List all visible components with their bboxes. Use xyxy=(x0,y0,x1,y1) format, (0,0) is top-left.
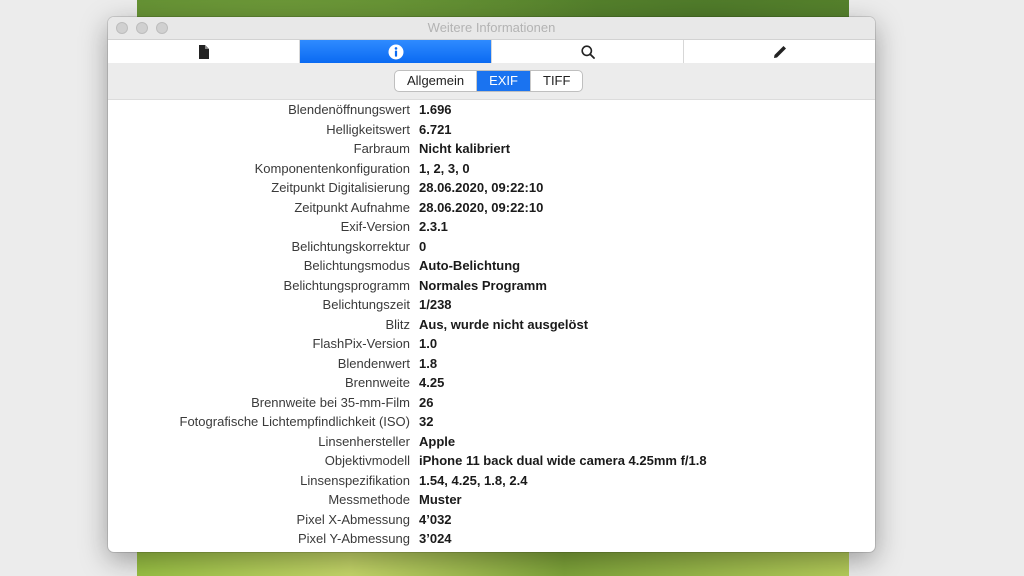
exif-value: 4.25 xyxy=(419,375,445,390)
segment-exif[interactable]: EXIF xyxy=(477,71,531,91)
exif-value: 0 xyxy=(419,238,427,254)
window-title: Weitere Informationen xyxy=(427,20,556,35)
exif-label: Farbraum xyxy=(353,141,410,156)
minimize-window-button[interactable] xyxy=(136,22,148,34)
exif-label: Brennweite bei 35-mm-Film xyxy=(251,394,410,410)
exif-value: 1, 2, 3, 0 xyxy=(419,160,470,176)
exif-row: Messmethode Muster xyxy=(108,490,875,509)
exif-row: Linsenspezifikation 1.54, 4.25, 1.8, 2.4 xyxy=(108,471,875,490)
segment-tiff[interactable]: TIFF xyxy=(531,71,582,91)
exif-row: Farbraum Nicht kalibriert xyxy=(108,139,875,158)
tab-info[interactable] xyxy=(300,40,492,63)
zoom-window-button[interactable] xyxy=(156,22,168,34)
close-window-button[interactable] xyxy=(116,22,128,34)
exif-label: Linsenspezifikation xyxy=(300,472,410,488)
exif-label: Belichtungszeit xyxy=(322,297,410,312)
metadata-segmented-control: Allgemein EXIF TIFF xyxy=(394,70,584,92)
exif-row: Brennweite 4.25 xyxy=(108,373,875,392)
exif-value: Aus, wurde nicht ausgelöst xyxy=(419,316,589,332)
exif-row: Objektivmodell iPhone 11 back dual wide c… xyxy=(108,451,875,470)
exif-row: Helligkeitswert 6.721 xyxy=(108,120,875,139)
info-icon xyxy=(388,44,403,59)
exif-row: Zeitpunkt Aufnahme 28.06.2020, 09:22:10 xyxy=(108,198,875,217)
exif-label: Brennweite xyxy=(344,375,410,390)
exif-value: Nicht kalibriert xyxy=(419,141,511,156)
exif-row: Blendenöffnungswert 1.696 xyxy=(108,100,875,119)
exif-value: 28.06.2020, 09:22:10 xyxy=(419,180,544,195)
exif-label: Belichtungskorrektur xyxy=(291,238,411,254)
exif-label: Exif-Version xyxy=(340,219,410,234)
exif-value: 1.8 xyxy=(419,355,438,371)
exif-row: Pixel Y-Abmessung 3’024 xyxy=(108,529,875,548)
exif-label: Blendenwert xyxy=(337,355,410,371)
exif-row: Blendenwert 1.8 xyxy=(108,354,875,373)
exif-label: Pixel Y-Abmessung xyxy=(297,531,410,546)
exif-row: Belichtungsmodus Auto-Belichtung xyxy=(108,256,875,275)
exif-list[interactable]: Blendenöffnungswert 1.696 Helligkeitswert… xyxy=(108,100,875,552)
background-photo-grass xyxy=(137,548,849,576)
exif-label: Messmethode xyxy=(328,492,410,507)
exif-label: Belichtungsprogramm xyxy=(283,277,410,293)
exif-label: Komponentenkonfiguration xyxy=(254,160,410,176)
exif-value: Auto-Belichtung xyxy=(419,258,521,273)
exif-row: Komponentenkonfiguration 1, 2, 3, 0 xyxy=(108,159,875,178)
exif-label: Fotografische Lichtempfindlichkeit (ISO) xyxy=(179,414,410,429)
exif-label: FlashPix-Version xyxy=(312,336,410,351)
exif-row: Fotografische Lichtempfindlichkeit (ISO)… xyxy=(108,412,875,431)
exif-label: Helligkeitswert xyxy=(326,121,410,137)
exif-label: Blitz xyxy=(385,316,410,332)
exif-label: Objektivmodell xyxy=(324,453,410,468)
inspector-toolbar xyxy=(108,39,875,64)
exif-label: Linsenhersteller xyxy=(318,433,410,449)
exif-value: 26 xyxy=(419,394,434,410)
exif-label: Zeitpunkt Aufnahme xyxy=(294,199,410,215)
pencil-icon xyxy=(773,45,786,58)
exif-row: Zeitpunkt Digitalisierung 28.06.2020, 09:… xyxy=(108,178,875,197)
exif-value: 1.54, 4.25, 1.8, 2.4 xyxy=(419,472,528,488)
exif-row: Linsenhersteller Apple xyxy=(108,432,875,451)
exif-value: 3’024 xyxy=(419,531,452,546)
exif-label: Zeitpunkt Digitalisierung xyxy=(271,180,410,195)
tab-search[interactable] xyxy=(492,40,684,63)
exif-row: Brennweite bei 35-mm-Film 26 xyxy=(108,393,875,412)
window-titlebar[interactable]: Weitere Informationen xyxy=(108,17,875,39)
tab-edit[interactable] xyxy=(684,40,875,63)
exif-value: 32 xyxy=(419,414,434,429)
exif-value: Normales Programm xyxy=(419,277,547,293)
exif-row: Belichtungskorrektur 0 xyxy=(108,237,875,256)
exif-value: 1.696 xyxy=(419,102,452,117)
exif-row: Belichtungsprogramm Normales Programm xyxy=(108,276,875,295)
tab-general-document[interactable] xyxy=(108,40,300,63)
exif-value: 4’032 xyxy=(419,511,452,527)
search-icon xyxy=(580,44,595,59)
exif-value: 1/238 xyxy=(419,297,452,312)
info-window: Weitere Informationen Allgemein EXIF TIF… xyxy=(108,17,875,552)
exif-row: Belichtungszeit 1/238 xyxy=(108,295,875,314)
exif-row: Blitz Aus, wurde nicht ausgelöst xyxy=(108,315,875,334)
exif-value: Apple xyxy=(419,433,456,449)
segment-allgemein[interactable]: Allgemein xyxy=(395,71,478,91)
document-icon xyxy=(198,44,209,59)
exif-label: Pixel X-Abmessung xyxy=(296,511,410,527)
exif-value: 2.3.1 xyxy=(419,219,448,234)
exif-value: 28.06.2020, 09:22:10 xyxy=(419,199,544,215)
metadata-segment-bar: Allgemein EXIF TIFF xyxy=(108,63,875,100)
exif-label: Belichtungsmodus xyxy=(303,258,410,273)
exif-value: Muster xyxy=(419,492,462,507)
exif-row: FlashPix-Version 1.0 xyxy=(108,334,875,353)
exif-row: Exif-Version 2.3.1 xyxy=(108,217,875,236)
exif-label: Blendenöffnungswert xyxy=(288,102,410,117)
exif-value: iPhone 11 back dual wide camera 4.25mm f… xyxy=(419,453,707,468)
exif-row: Pixel X-Abmessung 4’032 xyxy=(108,510,875,529)
exif-value: 1.0 xyxy=(419,336,438,351)
exif-value: 6.721 xyxy=(419,121,452,137)
